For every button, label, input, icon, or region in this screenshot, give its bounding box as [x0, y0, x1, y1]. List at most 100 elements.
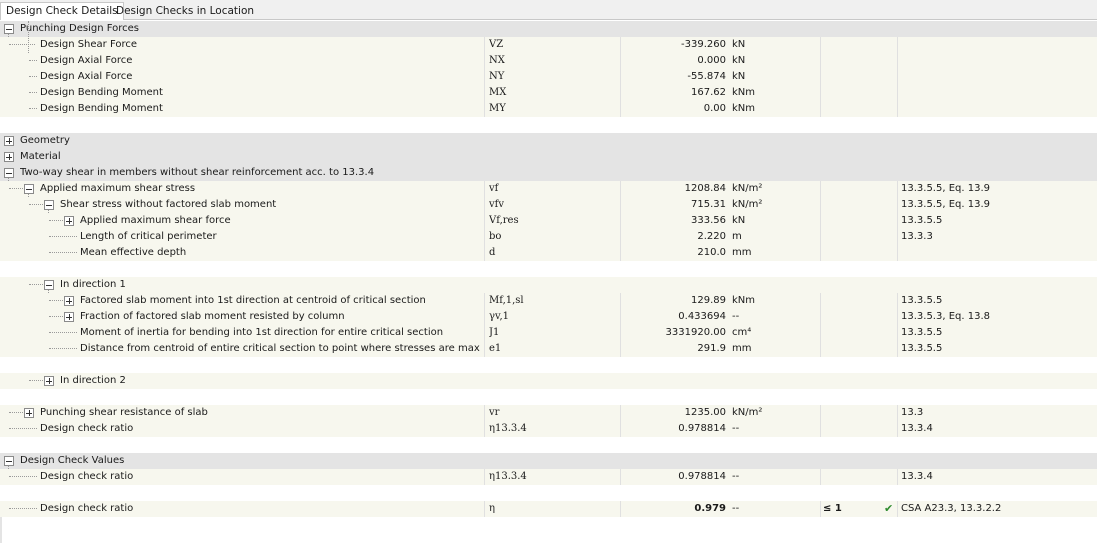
table-row[interactable]: Moment of inertia for bending into 1st d…	[0, 325, 1097, 341]
table-row[interactable]: Shear stress without factored slab momen…	[0, 197, 1097, 213]
section-design-check-values[interactable]: Design Check Values	[0, 453, 1097, 469]
divider	[620, 229, 621, 245]
row-unit: cm⁴	[732, 327, 752, 338]
tree-connector	[29, 284, 43, 286]
row-reference: CSA A23.3, 13.3.2.2	[901, 503, 1002, 514]
row-unit: kN/m²	[732, 183, 763, 194]
table-row[interactable]: Design Axial Force NY -55.874 kN	[0, 69, 1097, 85]
divider	[620, 85, 621, 101]
table-row[interactable]: Distance from centroid of entire critica…	[0, 341, 1097, 357]
section-title: Material	[20, 151, 61, 162]
table-row[interactable]: Length of critical perimeter bo 2.220 m …	[0, 229, 1097, 245]
collapse-icon[interactable]	[44, 280, 54, 290]
divider	[820, 293, 821, 309]
row-value: 1208.84	[684, 183, 726, 194]
divider	[620, 37, 621, 53]
divider	[897, 213, 898, 229]
table-row[interactable]: Punching shear resistance of slab vr 123…	[0, 405, 1097, 421]
table-row[interactable]: Design Bending Moment MX 167.62 kNm	[0, 85, 1097, 101]
divider	[484, 405, 485, 421]
collapse-icon[interactable]	[4, 24, 14, 34]
collapse-icon[interactable]	[4, 456, 14, 466]
divider	[484, 325, 485, 341]
table-row[interactable]: Mean effective depth d 210.0 mm	[0, 245, 1097, 261]
row-unit: --	[732, 311, 740, 322]
expand-icon[interactable]	[64, 216, 74, 226]
group-direction-1[interactable]: In direction 1	[0, 277, 1097, 293]
row-reference: 13.3.4	[901, 471, 933, 482]
row-reference: 13.3.5.5	[901, 343, 943, 354]
table-row[interactable]: Applied maximum shear force Vf,res 333.5…	[0, 213, 1097, 229]
row-value: -55.874	[687, 71, 726, 82]
expand-icon[interactable]	[24, 408, 34, 418]
section-punching-design-forces[interactable]: Punching Design Forces	[0, 21, 1097, 37]
collapse-icon[interactable]	[4, 168, 14, 178]
tree-connector	[49, 316, 63, 318]
divider	[820, 309, 821, 325]
tree-connector	[9, 188, 23, 190]
expand-icon[interactable]	[4, 136, 14, 146]
spacer-row	[0, 117, 1097, 133]
table-row[interactable]: Design Axial Force NX 0.000 kN	[0, 53, 1097, 69]
divider	[820, 85, 821, 101]
table-row[interactable]: Applied maximum shear stress vf 1208.84 …	[0, 181, 1097, 197]
table-row[interactable]: Fraction of factored slab moment resiste…	[0, 309, 1097, 325]
row-condition: ≤ 1	[823, 503, 842, 514]
divider	[820, 325, 821, 341]
divider	[484, 501, 485, 517]
divider	[820, 197, 821, 213]
row-reference: 13.3.3	[901, 231, 933, 242]
divider	[820, 421, 821, 437]
expand-icon[interactable]	[4, 152, 14, 162]
row-label: Factored slab moment into 1st direction …	[80, 295, 426, 306]
tab-bar: Design Check Details Design Checks in Lo…	[0, 0, 1097, 20]
row-reference: 13.3.5.5	[901, 215, 943, 226]
row-label: Applied maximum shear force	[80, 215, 231, 226]
section-material[interactable]: Material	[0, 149, 1097, 165]
table-row[interactable]: Design check ratio η 0.979 -- ≤ 1 ✔ CSA …	[0, 501, 1097, 517]
section-title: Two-way shear in members without shear r…	[20, 167, 375, 178]
collapse-icon[interactable]	[24, 184, 34, 194]
table-row[interactable]: Design check ratio η13.3.4 0.978814 -- 1…	[0, 469, 1097, 485]
tab-design-checks-in-location[interactable]: Design Checks in Location	[110, 2, 260, 20]
row-symbol: MX	[489, 87, 507, 98]
table-row[interactable]: Design check ratio η13.3.4 0.978814 -- 1…	[0, 421, 1097, 437]
divider	[897, 69, 898, 85]
row-reference: 13.3.5.5, Eq. 13.9	[901, 183, 990, 194]
section-two-way-shear[interactable]: Two-way shear in members without shear r…	[0, 165, 1097, 181]
divider	[484, 421, 485, 437]
divider	[897, 405, 898, 421]
expand-icon[interactable]	[64, 312, 74, 322]
collapse-icon[interactable]	[44, 200, 54, 210]
row-label: In direction 2	[60, 375, 126, 386]
row-unit: mm	[732, 247, 752, 258]
table-row[interactable]: Factored slab moment into 1st direction …	[0, 293, 1097, 309]
tree-connector	[29, 60, 37, 62]
divider	[897, 421, 898, 437]
section-geometry[interactable]: Geometry	[0, 133, 1097, 149]
tree-connector	[49, 348, 77, 350]
tree-connector	[49, 236, 77, 238]
divider	[620, 325, 621, 341]
row-label: Distance from centroid of entire critica…	[80, 343, 480, 354]
tree-connector	[29, 380, 43, 382]
spacer-row	[0, 485, 1097, 501]
expand-icon[interactable]	[44, 376, 54, 386]
divider	[820, 245, 821, 261]
table-row[interactable]: Design Shear Force VZ -339.260 kN	[0, 21, 1097, 117]
row-symbol: Mf,1,sl	[489, 295, 524, 306]
divider	[484, 245, 485, 261]
tree-connector	[9, 508, 37, 510]
group-direction-2[interactable]: In direction 2	[0, 373, 1097, 389]
divider	[897, 197, 898, 213]
row-label: Punching shear resistance of slab	[40, 407, 208, 418]
table-row[interactable]: Design Bending Moment MY 0.00 kNm	[0, 101, 1097, 117]
tab-design-check-details[interactable]: Design Check Details	[0, 2, 124, 20]
check-icon: ✔	[884, 502, 894, 515]
tree-connector	[9, 44, 35, 46]
expand-icon[interactable]	[64, 296, 74, 306]
divider	[820, 101, 821, 117]
divider	[484, 293, 485, 309]
divider	[620, 293, 621, 309]
divider	[620, 405, 621, 421]
